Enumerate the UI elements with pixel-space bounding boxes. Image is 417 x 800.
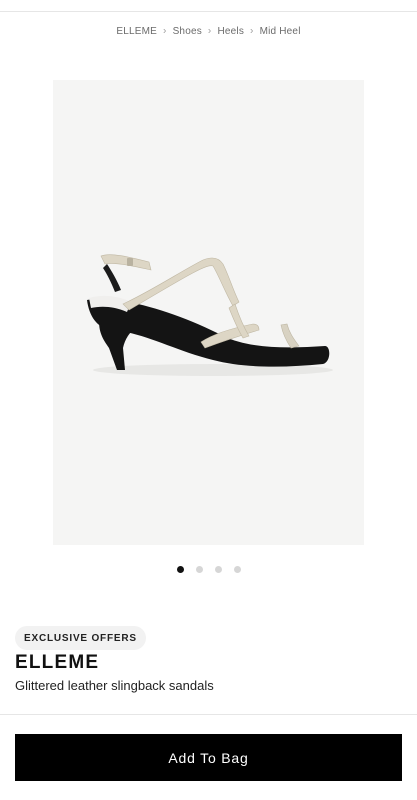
breadcrumb-item-heels[interactable]: Heels [217, 26, 244, 37]
top-divider [0, 11, 417, 12]
product-brand[interactable]: ELLEME [15, 652, 99, 674]
carousel-dot[interactable] [176, 566, 184, 573]
breadcrumb-item-mid-heel[interactable]: Mid Heel [260, 26, 301, 37]
exclusive-offers-badge: EXCLUSIVE OFFERS [15, 626, 146, 650]
breadcrumb-item-shoes[interactable]: Shoes [173, 26, 202, 37]
breadcrumb: ELLEME › Shoes › Heels › Mid Heel [0, 25, 417, 38]
sandal-illustration [87, 254, 333, 376]
carousel-dot[interactable] [233, 566, 241, 573]
chevron-right-icon: › [207, 25, 212, 37]
chevron-right-icon: › [250, 25, 254, 37]
product-image[interactable] [53, 80, 364, 545]
carousel-dot[interactable] [195, 566, 203, 573]
breadcrumb-item-elleme[interactable]: ELLEME [116, 26, 157, 37]
add-to-bag-button[interactable]: Add To Bag [15, 734, 402, 781]
image-carousel-pagination [0, 566, 417, 573]
section-divider [0, 714, 417, 715]
chevron-right-icon: › [163, 25, 167, 37]
carousel-dot[interactable] [214, 566, 222, 573]
product-name: Glittered leather slingback sandals [15, 678, 214, 693]
